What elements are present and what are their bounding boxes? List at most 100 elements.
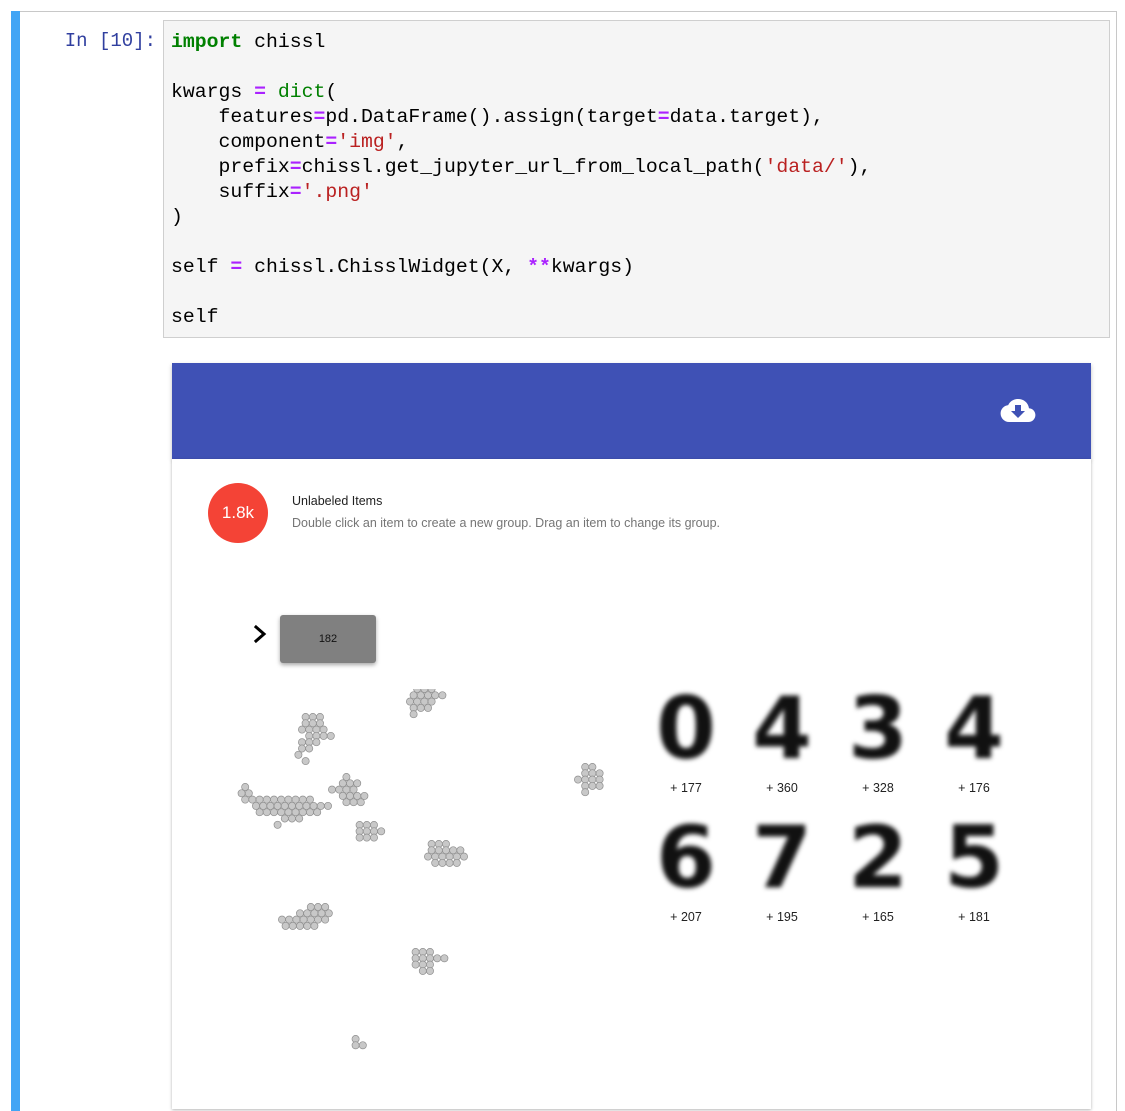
cluster-point[interactable] bbox=[288, 814, 296, 823]
cluster-point[interactable] bbox=[351, 1041, 360, 1050]
cluster-point[interactable] bbox=[312, 738, 321, 747]
cluster-point[interactable] bbox=[452, 858, 461, 867]
cluster-point[interactable] bbox=[433, 954, 442, 963]
cluster-point[interactable] bbox=[295, 814, 304, 823]
digit-count-label: + 207 bbox=[670, 910, 702, 924]
cluster-point[interactable] bbox=[411, 960, 420, 969]
code-line: kwargs = dict( bbox=[171, 81, 338, 103]
download-button[interactable] bbox=[998, 395, 1038, 427]
cluster-point[interactable] bbox=[321, 915, 330, 924]
cluster-point[interactable] bbox=[362, 833, 371, 842]
cluster-point[interactable] bbox=[303, 921, 312, 930]
cluster-point[interactable] bbox=[424, 852, 432, 861]
digit-count-label: + 195 bbox=[766, 910, 798, 924]
cluster-point[interactable] bbox=[426, 966, 434, 975]
cluster-point[interactable] bbox=[409, 710, 418, 719]
item-count-avatar: 1.8k bbox=[208, 483, 268, 543]
digit-thumbnail[interactable]: 7 + 195 bbox=[734, 812, 830, 932]
cluster-point[interactable] bbox=[313, 808, 322, 817]
cluster-point[interactable] bbox=[355, 833, 364, 842]
digit-thumbnail[interactable]: 0 + 177 bbox=[638, 683, 734, 803]
cell-selection-bar bbox=[11, 11, 20, 1111]
cluster-point[interactable] bbox=[310, 921, 319, 930]
cluster-point[interactable] bbox=[305, 744, 314, 753]
digit-image: 5 bbox=[944, 812, 1004, 904]
code-line: self bbox=[171, 306, 219, 328]
cluster-point[interactable] bbox=[581, 788, 590, 797]
unlabeled-panel: 1.8k Unlabeled Items Double click an ite… bbox=[172, 459, 1091, 1109]
cluster-point[interactable] bbox=[588, 781, 597, 790]
digit-thumbnail[interactable]: 3 + 328 bbox=[830, 683, 926, 803]
digit-image: 4 bbox=[752, 683, 812, 775]
digit-image: 4 bbox=[944, 683, 1004, 775]
cluster-point[interactable] bbox=[306, 808, 314, 817]
cluster-point[interactable] bbox=[574, 775, 582, 784]
cluster-point[interactable] bbox=[377, 827, 386, 836]
group-chip[interactable]: 182 bbox=[280, 615, 376, 663]
digit-thumbnail[interactable]: 6 + 207 bbox=[638, 812, 734, 932]
digit-thumbnail-grid: 0 + 177 4 + 360 3 + 328 4 + 176 6 + 207 7 + 195 2 + 1… bbox=[638, 683, 1038, 924]
digit-count-label: + 176 bbox=[958, 781, 990, 795]
cluster-point[interactable] bbox=[349, 798, 358, 807]
cluster-point[interactable] bbox=[273, 820, 282, 829]
digit-image: 2 bbox=[848, 812, 908, 904]
cluster-point[interactable] bbox=[262, 808, 271, 817]
cluster-point[interactable] bbox=[370, 833, 378, 842]
digit-count-label: + 177 bbox=[670, 781, 702, 795]
cluster-point[interactable] bbox=[440, 954, 449, 963]
chissl-widget: 1.8k Unlabeled Items Double click an ite… bbox=[172, 363, 1091, 1109]
cloud-download-icon bbox=[1000, 399, 1036, 422]
digit-image: 3 bbox=[848, 683, 908, 775]
cluster-point[interactable] bbox=[296, 921, 304, 930]
code-line: prefix=chissl.get_jupyter_url_from_local… bbox=[171, 156, 872, 178]
cluster-point[interactable] bbox=[294, 750, 303, 759]
digit-thumbnail[interactable]: 2 + 165 bbox=[830, 812, 926, 932]
code-line: component='img', bbox=[171, 131, 409, 153]
cluster-point[interactable] bbox=[431, 858, 440, 867]
cluster-point[interactable] bbox=[326, 731, 335, 740]
cluster-point[interactable] bbox=[438, 691, 447, 700]
panel-title: Unlabeled Items bbox=[292, 494, 383, 508]
code-editor[interactable]: import chissl kwargs = dict( features=pd.… bbox=[163, 20, 1110, 338]
cluster-point[interactable] bbox=[358, 1041, 367, 1050]
cluster-point[interactable] bbox=[319, 731, 328, 740]
cluster-point[interactable] bbox=[328, 785, 336, 794]
cluster-point[interactable] bbox=[424, 703, 432, 712]
cluster-point[interactable] bbox=[356, 798, 365, 807]
app-bar bbox=[172, 363, 1091, 459]
cluster-point[interactable] bbox=[416, 703, 425, 712]
cluster-point[interactable] bbox=[324, 801, 332, 810]
input-prompt: In [10]: bbox=[64, 30, 156, 52]
cluster-point[interactable] bbox=[595, 781, 604, 790]
digit-thumbnail[interactable]: 4 + 176 bbox=[926, 683, 1022, 803]
cluster-point[interactable] bbox=[241, 795, 250, 804]
digit-thumbnail[interactable]: 5 + 181 bbox=[926, 812, 1022, 932]
cluster-point[interactable] bbox=[418, 966, 427, 975]
digit-count-label: + 360 bbox=[766, 781, 798, 795]
expand-button[interactable] bbox=[252, 623, 270, 645]
cluster-point[interactable] bbox=[270, 808, 278, 817]
code-line: features=pd.DataFrame().assign(target=da… bbox=[171, 106, 824, 128]
cluster-scatter-plot[interactable] bbox=[222, 689, 622, 1099]
cluster-point[interactable] bbox=[255, 808, 264, 817]
cluster-point[interactable] bbox=[342, 798, 351, 807]
cluster-point[interactable] bbox=[301, 757, 310, 766]
code-line: ) bbox=[171, 206, 183, 228]
digit-count-label: + 165 bbox=[862, 910, 894, 924]
cluster-point[interactable] bbox=[288, 921, 297, 930]
digit-image: 0 bbox=[656, 683, 716, 775]
cluster-point[interactable] bbox=[298, 725, 306, 734]
digit-thumbnail[interactable]: 4 + 360 bbox=[734, 683, 830, 803]
cluster-point[interactable] bbox=[445, 858, 454, 867]
code-text[interactable]: import chissl kwargs = dict( features=pd.… bbox=[171, 30, 871, 330]
cluster-point[interactable] bbox=[280, 814, 289, 823]
cluster-point[interactable] bbox=[281, 921, 290, 930]
cluster-point[interactable] bbox=[460, 852, 468, 861]
code-line: self = chissl.ChisslWidget(X, **kwargs) bbox=[171, 256, 634, 278]
cluster-point[interactable] bbox=[438, 858, 447, 867]
code-line: import chissl bbox=[171, 31, 326, 53]
digit-count-label: + 181 bbox=[958, 910, 990, 924]
